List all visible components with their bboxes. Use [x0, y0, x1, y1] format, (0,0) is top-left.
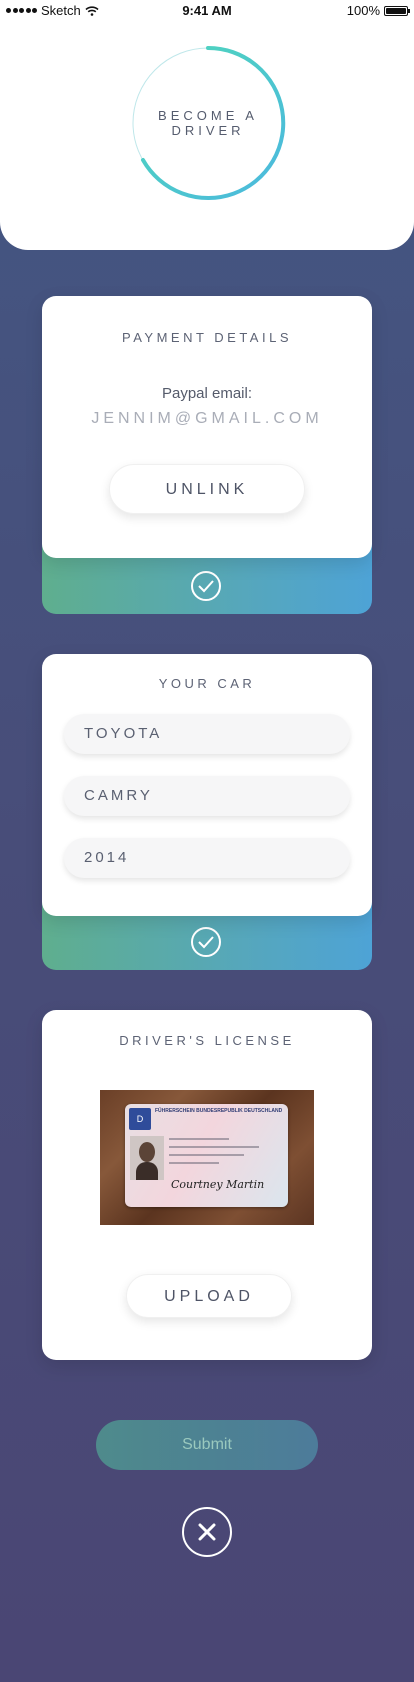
paypal-email: JENNIM@GMAIL.COM [91, 410, 323, 427]
car-card: YOUR CAR TOYOTA CAMRY 2014 [42, 654, 372, 970]
license-text-line [169, 1146, 259, 1148]
car-model-field[interactable]: CAMRY [64, 776, 350, 816]
close-icon [198, 1523, 216, 1541]
license-text-line [169, 1154, 244, 1156]
battery-icon [384, 5, 410, 16]
license-card-header: FÜHRERSCHEIN BUNDESREPUBLIK DEUTSCHLAND [155, 1108, 283, 1114]
paypal-label: Paypal email: [161, 385, 253, 402]
eu-flag-icon: D [129, 1108, 151, 1130]
page-title: BECOME A DRIVER [130, 45, 286, 201]
license-text-line [169, 1162, 219, 1164]
payment-card-body: PAYMENT DETAILS Paypal email: JENNIM@GMA… [42, 296, 372, 558]
upload-button[interactable]: UPLOAD [126, 1274, 292, 1318]
license-card-graphic: D FÜHRERSCHEIN BUNDESREPUBLIK DEUTSCHLAN… [125, 1104, 288, 1207]
page-title-line2: DRIVER [171, 123, 245, 138]
license-photo-face [130, 1136, 164, 1180]
status-bar: Sketch 9:41 AM 100% [0, 0, 414, 22]
license-title: DRIVER'S LICENSE [119, 1033, 295, 1048]
header-panel: Sketch 9:41 AM 100% BECOME A DRIVER [0, 0, 414, 250]
car-card-body: YOUR CAR TOYOTA CAMRY 2014 [42, 654, 372, 916]
license-signature: Courtney Martin [171, 1178, 265, 1191]
page-title-line1: BECOME A [158, 108, 258, 123]
check-circle-icon [191, 571, 221, 601]
close-button[interactable] [182, 1507, 232, 1557]
progress-ring: BECOME A DRIVER [130, 45, 286, 201]
status-right: 100% [346, 3, 410, 18]
license-text-line [169, 1138, 229, 1140]
submit-button[interactable]: Submit [96, 1420, 318, 1470]
license-card: DRIVER'S LICENSE D FÜHRERSCHEIN BUNDESRE… [42, 1010, 372, 1360]
payment-title: PAYMENT DETAILS [121, 330, 292, 345]
car-make-field[interactable]: TOYOTA [64, 714, 350, 754]
unlink-button[interactable]: UNLINK [109, 464, 305, 514]
license-card-body: DRIVER'S LICENSE D FÜHRERSCHEIN BUNDESRE… [42, 1010, 372, 1360]
license-image: D FÜHRERSCHEIN BUNDESREPUBLIK DEUTSCHLAN… [100, 1090, 314, 1225]
car-title: YOUR CAR [158, 676, 256, 691]
check-circle-icon [191, 927, 221, 957]
payment-card: PAYMENT DETAILS Paypal email: JENNIM@GMA… [42, 296, 372, 614]
car-year-field[interactable]: 2014 [64, 838, 350, 878]
battery-percent: 100% [346, 3, 380, 18]
